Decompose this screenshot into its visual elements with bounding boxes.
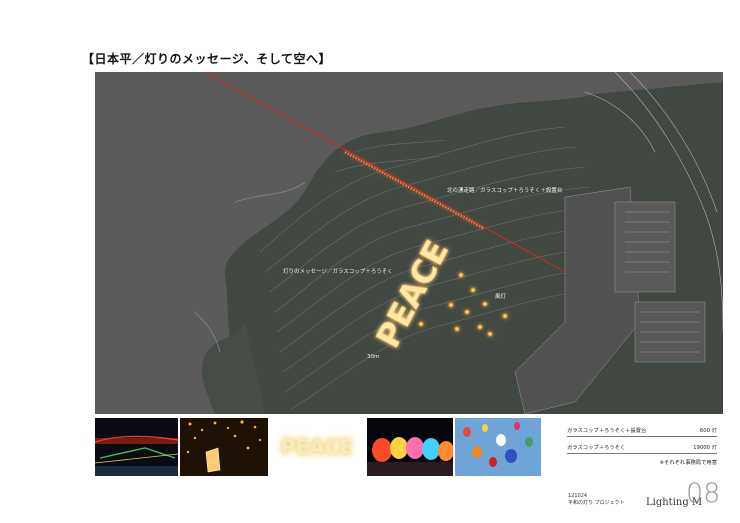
footer-date: 121024	[568, 493, 588, 499]
photo-balloons-day	[455, 418, 541, 476]
legend-count: 19000 灯	[693, 445, 717, 451]
footer-project: 平和の灯り プロジェクト	[568, 500, 625, 506]
site-map: PEACE 北の湧走路／ガラスコップ＋ろうそく＋設置台 灯りのメッセージ／ガラス…	[95, 72, 723, 414]
page-title: 【日本平／灯りのメッセージ、そして空へ】	[82, 52, 332, 66]
map-drawing: PEACE	[95, 72, 723, 414]
lighting-legend: ガラスコップ＋ろうそく＋設置台 600 灯 ガラスコップ＋ろうそく 19000 …	[567, 424, 717, 466]
label-scale: 30m	[367, 354, 380, 360]
label-north-path: 北の湧走路／ガラスコップ＋ろうそく＋設置台	[447, 188, 563, 194]
label-message: 灯りのメッセージ／ガラスコップ＋ろうそく	[283, 269, 393, 275]
legend-label: ガラスコップ＋ろうそく	[567, 445, 626, 451]
photo-peace-glow: PEACE	[280, 435, 354, 459]
legend-count: 600 灯	[699, 428, 717, 434]
legend-label: ガラスコップ＋ろうそく＋設置台	[567, 428, 647, 434]
photo-sky-lanterns	[180, 418, 268, 476]
page-number: 08	[686, 478, 721, 509]
legend-note: ※それぞれ事務局で用意	[659, 460, 717, 466]
legend-row: ガラスコップ＋ろうそく 19000 灯	[567, 441, 717, 454]
footer-info: 121024 平和の灯り プロジェクト	[568, 493, 625, 507]
label-lanterns: 風灯	[495, 294, 507, 300]
photo-night-city-lights	[95, 418, 178, 476]
legend-row: ガラスコップ＋ろうそく＋設置台 600 灯	[567, 424, 717, 437]
photo-balloon-glow-night	[367, 418, 453, 476]
